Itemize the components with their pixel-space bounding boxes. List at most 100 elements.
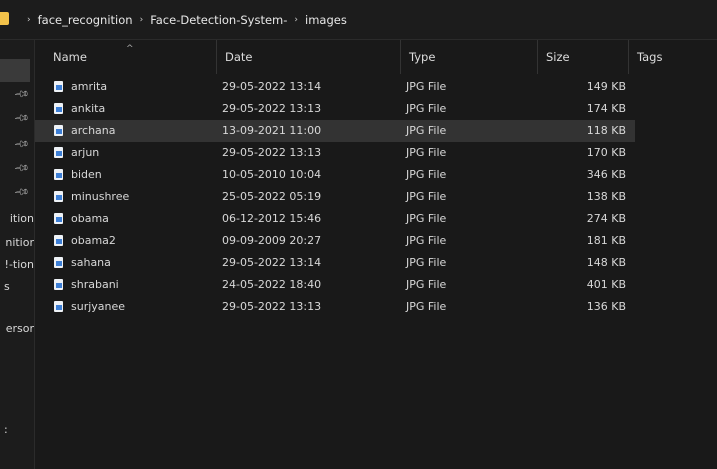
file-size: 274 KB (586, 212, 626, 225)
column-size-label: Size (546, 50, 570, 64)
file-row[interactable]: amrita 29-05-2022 13:14 JPG File 149 KB (35, 76, 635, 98)
file-size: 118 KB (586, 124, 626, 137)
file-type: JPG File (406, 168, 447, 181)
file-type: JPG File (406, 256, 447, 269)
file-name: surjyanee (71, 300, 126, 313)
file-name: ankita (71, 102, 106, 115)
file-size: 170 KB (586, 146, 626, 159)
breadcrumb: › face_recognition › Face-Detection-Syst… (20, 11, 347, 29)
file-name: biden (71, 168, 102, 181)
pin-icon[interactable]: 📌︎ (13, 110, 30, 127)
image-file-icon (54, 235, 63, 246)
column-name[interactable]: Name ^ (35, 40, 217, 74)
file-row[interactable]: ankita 29-05-2022 13:13 JPG File 174 KB (35, 98, 635, 120)
image-file-icon (54, 301, 63, 312)
file-type: JPG File (406, 102, 447, 115)
file-date: 25-05-2022 05:19 (222, 190, 322, 203)
file-row[interactable]: arjun 29-05-2022 13:13 JPG File 170 KB (35, 142, 635, 164)
folder-icon (0, 12, 9, 25)
chevron-right-icon[interactable]: › (27, 15, 31, 25)
pin-icon[interactable]: 📌︎ (13, 136, 30, 153)
file-date: 29-05-2022 13:14 (222, 256, 322, 269)
file-row[interactable]: minushree 25-05-2022 05:19 JPG File 138 … (35, 186, 635, 208)
file-type: JPG File (406, 278, 447, 291)
file-size: 138 KB (586, 190, 626, 203)
image-file-icon (54, 125, 63, 136)
file-type: JPG File (406, 80, 447, 93)
file-row[interactable]: sahana 29-05-2022 13:14 JPG File 148 KB (35, 252, 635, 274)
nav-item[interactable]: ition (10, 212, 34, 225)
column-name-label: Name (53, 50, 87, 64)
file-row[interactable]: shrabani 24-05-2022 18:40 JPG File 401 K… (35, 274, 635, 296)
file-list: amrita 29-05-2022 13:14 JPG File 149 KB … (35, 76, 635, 318)
file-date: 13-09-2021 11:00 (222, 124, 322, 137)
file-type: JPG File (406, 146, 447, 159)
nav-item[interactable]: ersor (6, 322, 34, 335)
column-type[interactable]: Type (401, 40, 538, 74)
file-date: 10-05-2010 10:04 (222, 168, 322, 181)
image-file-icon (54, 103, 63, 114)
image-file-icon (54, 169, 63, 180)
column-size[interactable]: Size (538, 40, 629, 74)
chevron-right-icon[interactable]: › (294, 15, 298, 25)
file-date: 09-09-2009 20:27 (222, 234, 322, 247)
nav-item-selected[interactable] (0, 59, 30, 82)
file-date: 29-05-2022 13:13 (222, 300, 322, 313)
breadcrumb-item-face-recognition[interactable]: face_recognition (38, 13, 133, 27)
navigation-pane[interactable]: 📌︎ 📌︎ 📌︎ 📌︎ 📌︎ ition nitior tion-! s ers… (0, 40, 35, 469)
column-type-label: Type (409, 50, 436, 64)
breadcrumb-item-images[interactable]: images (305, 13, 347, 27)
file-date: 06-12-2012 15:46 (222, 212, 322, 225)
file-size: 401 KB (586, 278, 626, 291)
file-row[interactable]: obama 06-12-2012 15:46 JPG File 274 KB (35, 208, 635, 230)
pin-icon[interactable]: 📌︎ (13, 86, 30, 103)
sort-ascending-icon: ^ (126, 44, 134, 54)
file-name: minushree (71, 190, 130, 203)
address-bar[interactable]: › face_recognition › Face-Detection-Syst… (0, 0, 717, 40)
file-type: JPG File (406, 212, 447, 225)
file-explorer-window: › face_recognition › Face-Detection-Syst… (0, 0, 717, 469)
file-date: 29-05-2022 13:14 (222, 80, 322, 93)
file-size: 149 KB (586, 80, 626, 93)
column-date[interactable]: Date (217, 40, 401, 74)
file-name: obama2 (71, 234, 116, 247)
file-row[interactable]: surjyanee 29-05-2022 13:13 JPG File 136 … (35, 296, 635, 318)
image-file-icon (54, 147, 63, 158)
file-size: 136 KB (586, 300, 626, 313)
nav-item[interactable]: : (4, 423, 8, 436)
column-date-label: Date (225, 50, 253, 64)
pin-icon[interactable]: 📌︎ (13, 184, 30, 201)
column-header: Name ^ Date Type Size Tags (35, 40, 717, 74)
file-date: 29-05-2022 13:13 (222, 102, 322, 115)
file-row[interactable]: obama2 09-09-2009 20:27 JPG File 181 KB (35, 230, 635, 252)
file-name: arjun (71, 146, 100, 159)
image-file-icon (54, 279, 63, 290)
file-name: sahana (71, 256, 111, 269)
nav-item[interactable]: nitior (5, 236, 34, 249)
file-size: 174 KB (586, 102, 626, 115)
file-date: 29-05-2022 13:13 (222, 146, 322, 159)
image-file-icon (54, 81, 63, 92)
file-size: 148 KB (586, 256, 626, 269)
file-type: JPG File (406, 234, 447, 247)
breadcrumb-item-face-detection-system[interactable]: Face-Detection-System- (150, 13, 287, 27)
nav-item[interactable]: tion-! (5, 258, 34, 271)
chevron-right-icon[interactable]: › (140, 15, 144, 25)
file-row[interactable]: biden 10-05-2010 10:04 JPG File 346 KB (35, 164, 635, 186)
column-tags-label: Tags (637, 50, 663, 64)
file-type: JPG File (406, 190, 447, 203)
image-file-icon (54, 191, 63, 202)
file-row-selected[interactable]: archana 13-09-2021 11:00 JPG File 118 KB (35, 120, 635, 142)
file-name: amrita (71, 80, 108, 93)
nav-item[interactable]: s (4, 280, 10, 293)
file-type: JPG File (406, 300, 447, 313)
pin-icon[interactable]: 📌︎ (13, 160, 30, 177)
file-name: obama (71, 212, 109, 225)
file-size: 181 KB (586, 234, 626, 247)
column-tags[interactable]: Tags (629, 40, 717, 74)
file-name: archana (71, 124, 116, 137)
file-type: JPG File (406, 124, 447, 137)
file-date: 24-05-2022 18:40 (222, 278, 322, 291)
file-name: shrabani (71, 278, 119, 291)
image-file-icon (54, 213, 63, 224)
